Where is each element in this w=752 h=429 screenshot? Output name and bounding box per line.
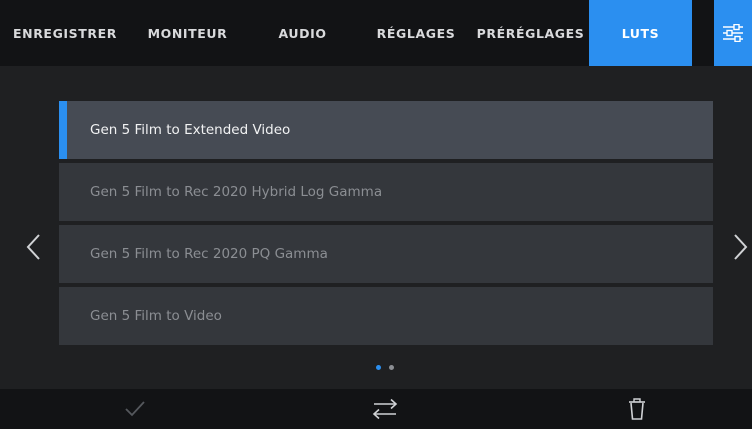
tab-prereglages[interactable]: PRÉRÉGLAGES	[472, 0, 589, 66]
swap-arrows-icon	[372, 398, 398, 420]
page-dot-active	[376, 365, 381, 370]
delete-button[interactable]	[612, 389, 662, 429]
tab-moniteur[interactable]: MONITEUR	[130, 0, 245, 66]
selection-marker	[59, 101, 67, 159]
tab-bar: ENREGISTRER MONITEUR AUDIO RÉGLAGES PRÉR…	[0, 0, 752, 66]
checkmark-icon	[125, 401, 145, 417]
tab-enregistrer[interactable]: ENREGISTRER	[0, 0, 130, 66]
lut-item[interactable]: Gen 5 Film to Rec 2020 Hybrid Log Gamma	[59, 163, 713, 221]
chevron-right-icon	[734, 234, 748, 260]
next-page-button[interactable]	[728, 232, 752, 262]
lut-item-label: Gen 5 Film to Rec 2020 Hybrid Log Gamma	[90, 184, 383, 200]
trash-icon	[629, 398, 645, 420]
chevron-left-icon	[26, 234, 40, 260]
prev-page-button[interactable]	[22, 232, 46, 262]
settings-button[interactable]	[714, 0, 752, 66]
confirm-button[interactable]	[110, 389, 160, 429]
lut-item-label: Gen 5 Film to Rec 2020 PQ Gamma	[90, 246, 328, 262]
lut-item-label: Gen 5 Film to Video	[90, 308, 222, 324]
page-indicator	[372, 365, 402, 373]
sliders-icon	[723, 24, 743, 42]
lut-item[interactable]: Gen 5 Film to Rec 2020 PQ Gamma	[59, 225, 713, 283]
tab-audio[interactable]: AUDIO	[245, 0, 360, 66]
swap-button[interactable]	[360, 389, 410, 429]
tab-reglages[interactable]: RÉGLAGES	[360, 0, 472, 66]
bottom-toolbar	[0, 389, 752, 429]
lut-panel: Gen 5 Film to Extended Video Gen 5 Film …	[0, 66, 752, 389]
tab-luts[interactable]: LUTS	[589, 0, 692, 66]
lut-item[interactable]: Gen 5 Film to Video	[59, 287, 713, 345]
lut-item[interactable]: Gen 5 Film to Extended Video	[59, 101, 713, 159]
page-dot	[389, 365, 394, 370]
lut-item-label: Gen 5 Film to Extended Video	[90, 122, 291, 138]
